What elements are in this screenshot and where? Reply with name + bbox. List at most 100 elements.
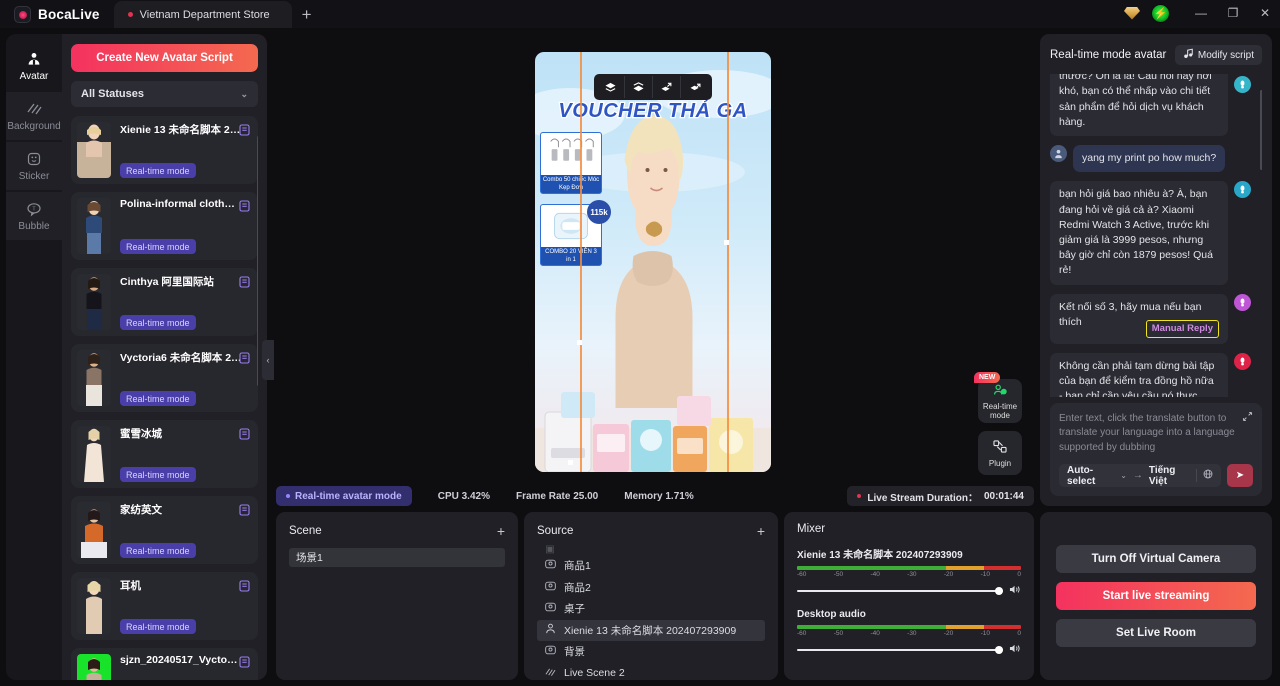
layer-front-icon[interactable]: [597, 76, 625, 98]
live-preview-canvas[interactable]: VOUCHER THẢ GA Combo 50 chiếc Móc Kẹp Đơ…: [535, 52, 771, 472]
realtime-avatar-mode-chip[interactable]: Real-time avatar mode: [276, 486, 412, 506]
selection-guide-vertical: [727, 52, 729, 472]
sidebar-item-avatar[interactable]: Avatar: [6, 42, 62, 90]
status-filter-select[interactable]: All Statuses ⌄: [71, 81, 258, 107]
list-item[interactable]: sjzn_20240517_Vycto… Real-time mode: [71, 648, 258, 680]
layer-back-icon[interactable]: [625, 76, 653, 98]
language-selector[interactable]: Auto-select ⌄ → Tiếng Việt: [1059, 464, 1221, 487]
copy-script-icon[interactable]: [239, 580, 250, 595]
realtime-mode-button[interactable]: NEW Real-time mode: [974, 372, 1022, 423]
list-item[interactable]: 蜜雪冰城 Real-time mode: [71, 420, 258, 488]
avatar-info: 耳机 Real-time mode: [111, 578, 252, 634]
list-item[interactable]: Polina-informal cloth… Real-time mode: [71, 192, 258, 260]
chat-composer[interactable]: Enter text, click the translate button t…: [1050, 402, 1262, 496]
chat-bubble: Kết nối số 3, hãy mua nếu bạn thích Manu…: [1050, 293, 1228, 344]
manual-reply-badge[interactable]: Manual Reply: [1145, 319, 1219, 338]
expand-icon[interactable]: [1242, 411, 1253, 425]
collapse-panel-handle[interactable]: ‹: [262, 340, 274, 380]
list-item[interactable]: Vyctoria6 未命名脚本 2… Real-time mode: [71, 344, 258, 412]
list-item[interactable]: Live Scene 2: [537, 663, 765, 677]
brand-name: BocaLive: [38, 7, 100, 22]
start-live-streaming-button[interactable]: Start live streaming: [1056, 582, 1256, 610]
avatar-info: Xienie 13 未命名脚本 2… Real-time mode: [111, 122, 258, 178]
volume-slider[interactable]: [797, 646, 1003, 654]
sidebar-item-background[interactable]: Background: [6, 92, 62, 140]
sidebar-item-bubble[interactable]: T Bubble: [6, 192, 62, 240]
bolt-icon[interactable]: ⚡: [1151, 3, 1170, 23]
list-item[interactable]: 商品1: [537, 555, 765, 577]
list-item[interactable]: Cinthya 阿里国际站 Real-time mode: [71, 268, 258, 336]
layer-toolbar[interactable]: [594, 74, 712, 100]
selection-handle[interactable]: [724, 240, 729, 245]
volume-slider-row[interactable]: [797, 584, 1021, 598]
volume-slider[interactable]: [797, 587, 1003, 595]
chat-input-placeholder[interactable]: Enter text, click the translate button t…: [1059, 412, 1253, 456]
bubble-icon: T: [26, 201, 43, 218]
arrow-right-icon: →: [1132, 470, 1143, 481]
source-list[interactable]: ▣ 商品1 商品2 桌子 Xienie 13 未命名脚本 20240729390…: [537, 543, 765, 677]
layer-backward-icon[interactable]: [681, 76, 709, 98]
copy-script-icon[interactable]: [239, 352, 250, 367]
add-source-button[interactable]: +: [757, 523, 765, 539]
bot-avatar-icon: [1234, 76, 1251, 93]
create-new-avatar-script-button[interactable]: Create New Avatar Script: [71, 44, 258, 72]
copy-script-icon[interactable]: [239, 656, 250, 671]
chat-scrollbar[interactable]: [1260, 90, 1262, 170]
speaker-icon[interactable]: [1009, 643, 1021, 657]
chat-message-bot: Không cần phải tạm dừng bài tập của bạn …: [1050, 352, 1260, 397]
selection-handle[interactable]: [577, 340, 582, 345]
status-badge: Real-time mode: [120, 543, 196, 558]
set-live-room-button[interactable]: Set Live Room: [1056, 619, 1256, 647]
list-item[interactable]: ▣: [537, 543, 765, 555]
turn-off-virtual-camera-button[interactable]: Turn Off Virtual Camera: [1056, 545, 1256, 573]
list-item[interactable]: 家纺英文 Real-time mode: [71, 496, 258, 564]
layer-forward-icon[interactable]: [653, 76, 681, 98]
speaker-icon[interactable]: [1009, 584, 1021, 598]
scene-panel-header: Scene +: [289, 523, 505, 539]
list-item[interactable]: 背景: [537, 641, 765, 663]
copy-script-icon[interactable]: [239, 200, 250, 215]
selection-handle[interactable]: [568, 460, 573, 465]
sidebar-item-label: Bubble: [18, 220, 50, 232]
cpu-stat: CPU 3.42%: [437, 490, 490, 502]
duration-value: 00:01:44: [983, 490, 1024, 502]
copy-script-icon[interactable]: [239, 428, 250, 443]
volume-slider-knob[interactable]: [995, 646, 1003, 654]
volume-slider-row[interactable]: [797, 643, 1021, 657]
chat-message-bot: Kết nối số 3, hãy mua nếu bạn thích Manu…: [1050, 293, 1260, 344]
product-caption: Combo 50 chiếc Móc Kẹp Đơn: [542, 177, 600, 191]
mixer-panel-title: Mixer: [797, 523, 826, 535]
list-item[interactable]: Xienie 13 未命名脚本 2… Real-time mode: [71, 116, 258, 184]
svg-text:T: T: [32, 206, 36, 212]
send-button[interactable]: ➤: [1227, 464, 1253, 487]
list-item[interactable]: 桌子: [537, 598, 765, 620]
minimize-button[interactable]: —: [1186, 1, 1216, 25]
copy-script-icon[interactable]: [239, 276, 250, 291]
level-meter: [797, 625, 1021, 629]
avatar-list[interactable]: Xienie 13 未命名脚本 2… Real-time mode Polina…: [71, 116, 258, 680]
list-item[interactable]: 商品2: [537, 577, 765, 599]
globe-icon[interactable]: [1196, 469, 1213, 482]
bot-avatar-icon: [1234, 181, 1251, 199]
volume-slider-knob[interactable]: [995, 587, 1003, 595]
gem-icon[interactable]: [1124, 6, 1140, 20]
chat-messages[interactable]: mam yung 600 ml pakita kich thước? Oh là…: [1050, 74, 1262, 397]
product-card[interactable]: Combo 50 chiếc Móc Kẹp Đơn: [540, 132, 602, 194]
list-item[interactable]: Xienie 13 未命名脚本 202407293909: [537, 619, 765, 641]
add-scene-button[interactable]: +: [497, 523, 505, 539]
source-item-label: 桌子: [564, 603, 585, 616]
preview-area: VOUCHER THẢ GA Combo 50 chiếc Móc Kẹp Đơ…: [276, 34, 1034, 480]
new-tab-button[interactable]: +: [292, 1, 322, 28]
close-button[interactable]: ✕: [1250, 1, 1280, 25]
list-item[interactable]: 耳机 Real-time mode: [71, 572, 258, 640]
maximize-button[interactable]: ❐: [1218, 1, 1248, 25]
plugin-button[interactable]: Plugin: [978, 431, 1022, 475]
tab-vietnam-department-store[interactable]: Vietnam Department Store: [113, 1, 292, 28]
copy-script-icon[interactable]: [239, 504, 250, 519]
sidebar-item-sticker[interactable]: Sticker: [6, 142, 62, 190]
copy-script-icon[interactable]: [239, 124, 250, 139]
list-item[interactable]: 场景1: [289, 548, 505, 567]
modify-script-button[interactable]: Modify script: [1174, 45, 1262, 65]
avatar-list-scrollbar[interactable]: [257, 136, 258, 386]
level-meter-ticks: -60 -50 -40 -30 -20 -10 0: [797, 571, 1021, 578]
